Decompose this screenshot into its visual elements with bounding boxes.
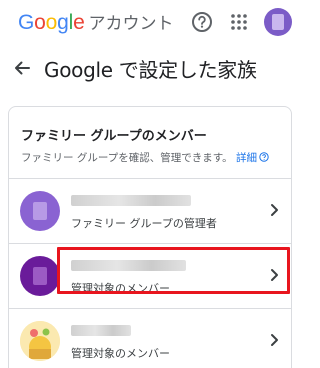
page-title: Google で設定した家族 xyxy=(44,58,257,82)
page-header: Google で設定した家族 xyxy=(0,44,300,92)
card-description: ファミリー グループを確認、管理できます。 詳細 xyxy=(21,150,269,165)
google-account-logo[interactable]: Google アカウント xyxy=(18,9,174,35)
info-icon xyxy=(259,152,269,162)
apps-grid-icon[interactable] xyxy=(230,13,248,31)
member-avatar xyxy=(20,321,60,361)
family-members-card: ファミリー グループのメンバー ファミリー グループを確認、管理できます。 詳細… xyxy=(8,106,292,368)
family-member-row[interactable]: 管理対象のメンバー xyxy=(9,309,291,368)
chevron-right-icon xyxy=(266,202,282,218)
card-description-text: ファミリー グループを確認、管理できます。 xyxy=(21,152,233,164)
avatar-blur xyxy=(272,14,284,30)
top-app-bar: Google アカウント xyxy=(0,0,300,44)
help-icon[interactable] xyxy=(191,11,213,33)
highlight-box xyxy=(57,247,290,294)
details-link-label: 詳細 xyxy=(236,152,258,164)
family-member-row[interactable]: ファミリー グループの管理者 xyxy=(9,179,291,243)
arrow-back-icon[interactable] xyxy=(10,56,34,80)
member-role: ファミリー グループの管理者 xyxy=(71,217,217,230)
member-avatar xyxy=(20,256,60,296)
account-label: アカウント xyxy=(88,14,174,34)
google-logo-text: Google xyxy=(18,11,85,34)
chevron-right-icon xyxy=(266,332,282,348)
member-role: 管理対象のメンバー xyxy=(71,347,170,360)
account-avatar[interactable] xyxy=(264,8,292,36)
member-name-redacted xyxy=(71,195,191,206)
member-avatar xyxy=(20,191,60,231)
member-name-redacted xyxy=(71,325,131,336)
details-link[interactable]: 詳細 xyxy=(236,152,269,164)
card-title: ファミリー グループのメンバー xyxy=(21,129,207,144)
